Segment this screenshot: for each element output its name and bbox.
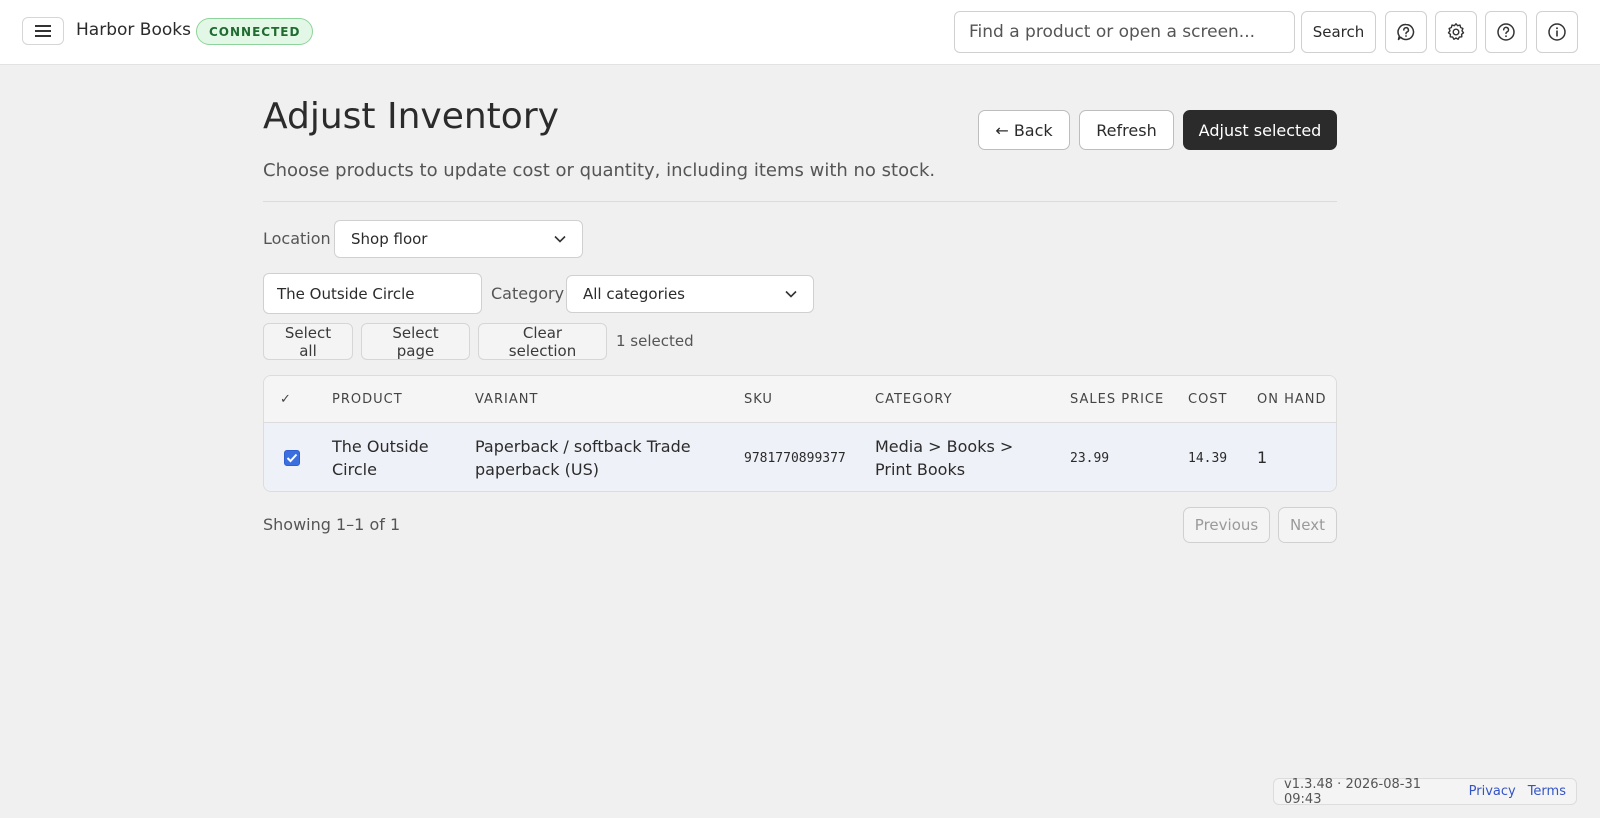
help-icon [1497,23,1515,41]
app-title: Harbor Books [76,20,191,40]
clear-selection-button[interactable]: Clear selection [478,323,607,360]
category-label: Category [491,284,565,303]
top-bar: Harbor Books CONNECTED Search [0,0,1600,65]
version-text: v1.3.48 · 2026-08-31 09:43 [1284,776,1421,807]
next-button[interactable]: Next [1278,507,1337,543]
location-label: Location [263,229,331,248]
search-input[interactable] [954,11,1295,53]
column-header-sku: SKU [744,392,773,407]
menu-button[interactable] [22,17,64,45]
info-button[interactable] [1536,11,1578,53]
table-row[interactable]: The Outside Circle Paperback / softback … [264,423,1336,491]
checkmark-icon [286,453,298,463]
page-title: Adjust Inventory [263,96,559,137]
cell-on-hand: 1 [1257,448,1268,467]
chevron-down-icon [785,290,797,298]
chevron-down-icon [554,235,566,243]
location-select[interactable]: Shop floor [334,220,583,258]
column-header-sales-price: SALES PRICE [1070,392,1165,407]
cell-sales-price: 23.99 [1070,451,1110,466]
location-select-value: Shop floor [351,230,428,248]
help-button[interactable] [1485,11,1527,53]
pagination-status: Showing 1–1 of 1 [263,515,401,534]
back-button[interactable]: ← Back [978,110,1070,150]
column-header-select: ✓ [280,392,292,407]
cell-product: The Outside Circle [332,437,429,479]
menu-icon [35,25,51,37]
previous-button[interactable]: Previous [1183,507,1270,543]
select-page-button[interactable]: Select page [361,323,470,360]
privacy-link[interactable]: Privacy [1469,784,1516,799]
column-header-cost: COST [1188,392,1228,407]
category-select[interactable]: All categories [566,275,814,313]
select-all-button[interactable]: Select all [263,323,353,360]
cell-variant: Paperback / softback Trade paperback (US… [475,437,691,479]
search-button[interactable]: Search [1301,11,1376,53]
adjust-selected-button[interactable]: Adjust selected [1183,110,1337,150]
table-header: ✓ PRODUCT VARIANT SKU CATEGORY SALES PRI… [264,376,1336,423]
page-subtitle: Choose products to update cost or quanti… [263,160,936,181]
terms-link[interactable]: Terms [1528,784,1566,799]
cell-category: Media > Books > Print Books [875,437,1014,479]
gear-icon [1447,23,1465,40]
column-header-variant: VARIANT [475,392,539,407]
products-table: ✓ PRODUCT VARIANT SKU CATEGORY SALES PRI… [263,375,1337,492]
row-checkbox[interactable] [284,450,300,466]
feedback-button[interactable] [1385,11,1427,53]
column-header-category: CATEGORY [875,392,953,407]
product-search-input[interactable] [263,273,482,314]
category-select-value: All categories [583,285,685,303]
column-header-product: PRODUCT [332,392,403,407]
cell-sku: 9781770899377 [744,451,846,466]
feedback-icon [1397,23,1415,41]
info-icon [1548,23,1566,41]
divider [263,201,1337,202]
footer: v1.3.48 · 2026-08-31 09:43 Privacy Terms [1273,776,1577,807]
cell-cost: 14.39 [1188,451,1228,466]
selection-count: 1 selected [616,332,694,350]
settings-button[interactable] [1435,11,1477,53]
status-badge: CONNECTED [196,18,314,45]
column-header-on-hand: ON HAND [1257,392,1327,407]
refresh-button[interactable]: Refresh [1079,110,1174,150]
